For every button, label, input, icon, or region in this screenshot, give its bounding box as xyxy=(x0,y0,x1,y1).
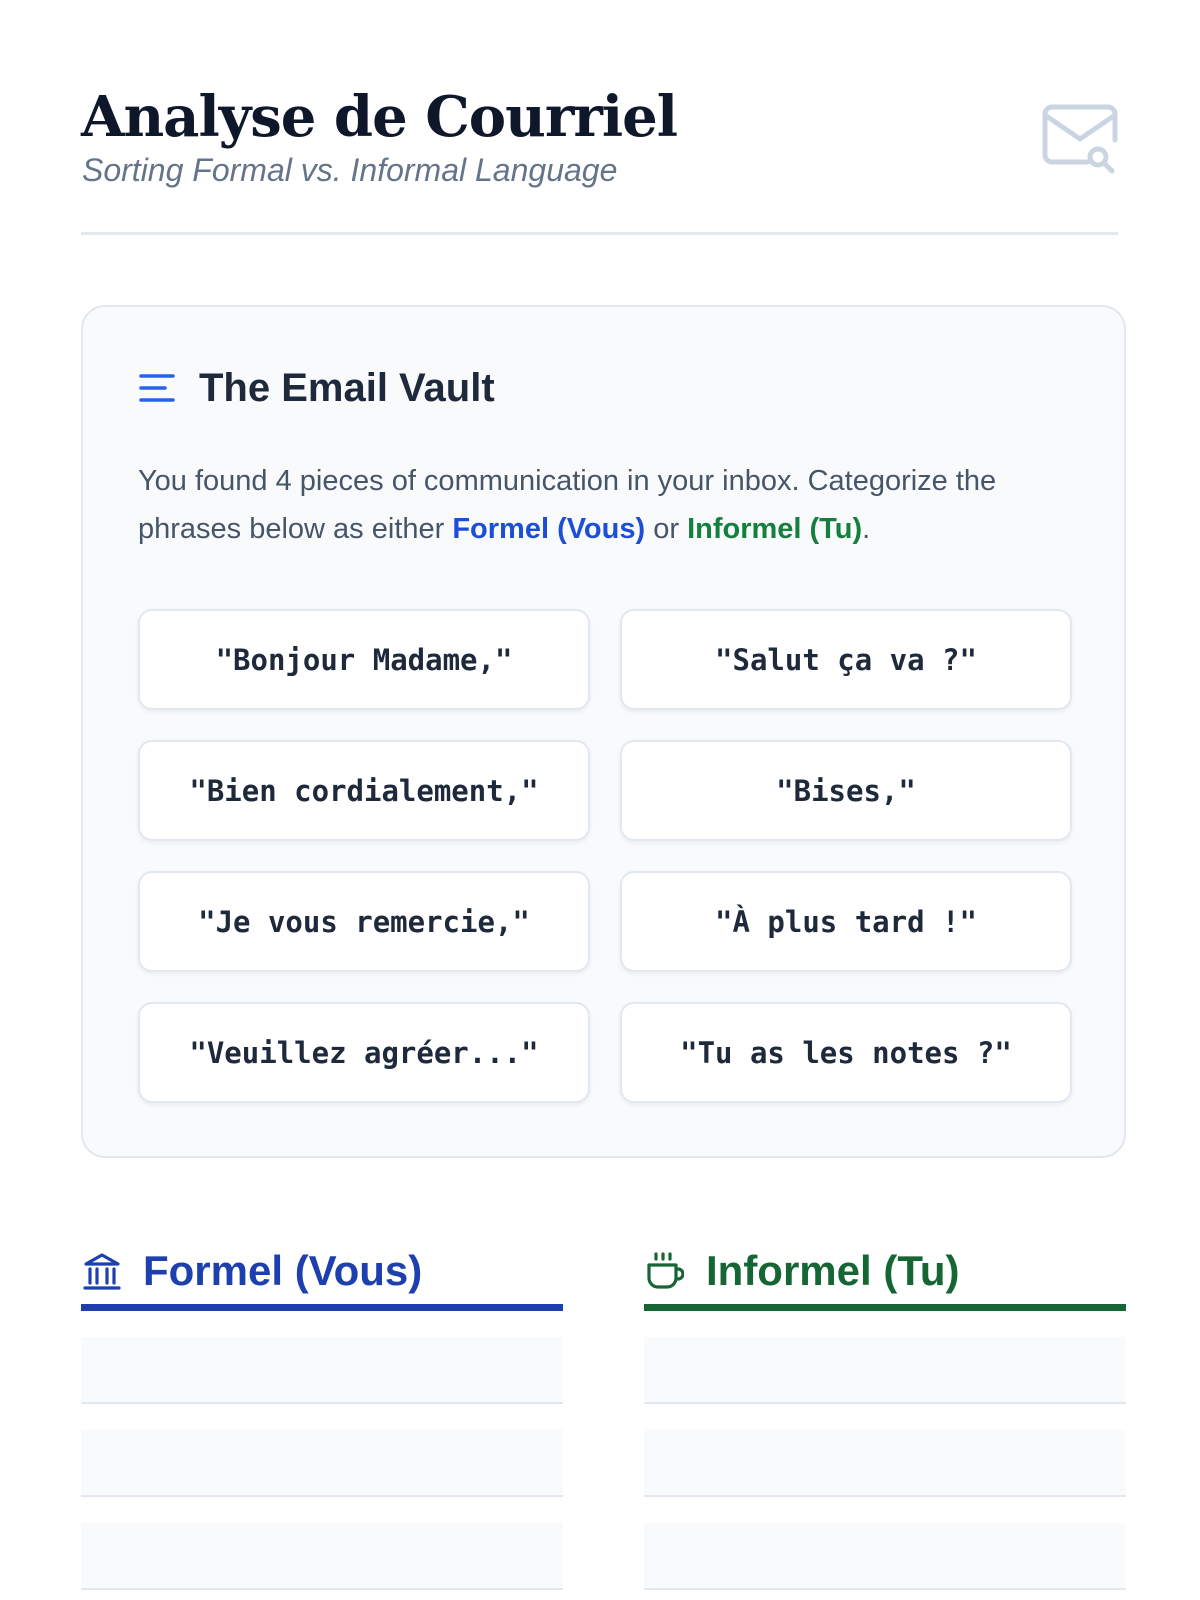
phrase-card-veuillez-agreer[interactable]: "Veuillez agréer..." xyxy=(138,1002,590,1103)
phrase-card-bises[interactable]: "Bises," xyxy=(620,740,1072,841)
page-header: Analyse de Courriel Sorting Formal vs. I… xyxy=(81,80,1118,235)
page-title: Analyse de Courriel xyxy=(81,84,678,150)
vault-description: You found 4 pieces of communication in y… xyxy=(138,457,1078,553)
description-connector: or xyxy=(645,513,688,545)
phrase-card-bonjour-madame[interactable]: "Bonjour Madame," xyxy=(138,609,590,710)
formal-drop-zone[interactable]: Formel (Vous) xyxy=(81,1237,563,1590)
informal-bucket-header: Informel (Tu) xyxy=(644,1237,1126,1311)
formal-bucket-title: Formel (Vous) xyxy=(143,1246,423,1294)
vault-heading: The Email Vault xyxy=(139,363,495,413)
informal-bucket-title: Informel (Tu) xyxy=(706,1246,960,1294)
vault-title: The Email Vault xyxy=(199,365,495,410)
description-end: . xyxy=(862,513,871,545)
formal-drop-slot[interactable] xyxy=(81,1523,563,1590)
coffee-cup-icon xyxy=(647,1251,684,1289)
email-vault: The Email Vault You found 4 pieces of co… xyxy=(81,305,1126,1158)
phrase-card-tu-as-les-notes[interactable]: "Tu as les notes ?" xyxy=(620,1002,1072,1103)
informal-drop-slot[interactable] xyxy=(644,1337,1126,1404)
phrase-card-bien-cordialement[interactable]: "Bien cordialement," xyxy=(138,740,590,841)
informal-drop-zone[interactable]: Informel (Tu) xyxy=(644,1237,1126,1590)
informal-keyword: Informel (Tu) xyxy=(687,513,863,545)
mail-search-icon xyxy=(1042,104,1118,174)
phrase-card-je-vous-remercie[interactable]: "Je vous remercie," xyxy=(138,871,590,972)
formal-bucket-header: Formel (Vous) xyxy=(81,1237,563,1311)
phrase-card-a-plus-tard[interactable]: "À plus tard !" xyxy=(620,871,1072,972)
phrase-grid: "Bonjour Madame," "Salut ça va ?" "Bien … xyxy=(138,609,1072,1103)
page-subtitle: Sorting Formal vs. Informal Language xyxy=(82,152,618,188)
informal-drop-slot[interactable] xyxy=(644,1523,1126,1590)
formal-drop-slot[interactable] xyxy=(81,1430,563,1497)
informal-drop-slot[interactable] xyxy=(644,1430,1126,1497)
formal-keyword: Formel (Vous) xyxy=(452,513,646,545)
list-icon xyxy=(139,374,175,402)
formal-drop-slot[interactable] xyxy=(81,1337,563,1404)
phrase-card-salut-ca-va[interactable]: "Salut ça va ?" xyxy=(620,609,1072,710)
bank-icon xyxy=(83,1252,121,1290)
